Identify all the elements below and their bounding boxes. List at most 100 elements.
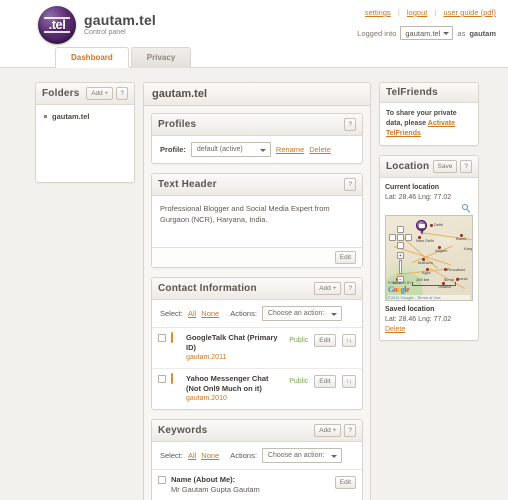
saved-location-delete-link[interactable]: Delete bbox=[385, 326, 405, 333]
tab-privacy[interactable]: Privacy bbox=[130, 47, 192, 68]
contact-row-edit-button[interactable]: Edit bbox=[314, 375, 336, 388]
keyword-row-main: Name (About Me): Mr Gautam Gupta Gautam bbox=[171, 475, 327, 495]
page-title: gautam.tel bbox=[84, 11, 157, 28]
contact-row-checkbox[interactable] bbox=[158, 375, 166, 383]
contact-row-checkbox[interactable] bbox=[158, 334, 166, 342]
contact-information-title: Contact Information bbox=[158, 283, 257, 294]
main-tabs: Dashboard Privacy bbox=[55, 47, 193, 68]
map-city-label: Kanpur bbox=[464, 246, 472, 251]
contact-row-value: gautam.2011 bbox=[186, 354, 227, 361]
keywords-panel-header: Keywords Add + ? bbox=[152, 420, 362, 442]
contact-information-panel-header: Contact Information Add + ? bbox=[152, 278, 362, 300]
folders-add-button[interactable]: Add + bbox=[86, 87, 114, 100]
profiles-row: Profile: default (active) Rename Delete bbox=[152, 136, 362, 163]
contact-add-button[interactable]: Add + bbox=[314, 282, 342, 295]
folder-item[interactable]: gautam.tel bbox=[43, 111, 127, 122]
map-zoom-control[interactable]: + bbox=[397, 252, 404, 260]
map-pan-up-button[interactable] bbox=[397, 226, 404, 233]
map-zoom-slider[interactable] bbox=[399, 260, 402, 274]
map-location-marker-icon bbox=[416, 220, 427, 235]
search-icon[interactable] bbox=[462, 204, 471, 213]
map-city-label: Aligarh bbox=[435, 248, 448, 253]
location-map[interactable]: Delhi New Delhi Aligarh Mathura Agra Fir… bbox=[385, 215, 473, 301]
keywords-select-label: Select: bbox=[160, 451, 183, 460]
telfriends-panel: TelFriends To share your private data, p… bbox=[379, 82, 479, 146]
keywords-select-all-link[interactable]: All bbox=[188, 451, 196, 460]
contact-row-edit-button[interactable]: Edit bbox=[314, 334, 336, 347]
map-pan-center-button[interactable] bbox=[397, 234, 404, 241]
map-scale-label-mi: 50 mi bbox=[444, 277, 454, 282]
contact-row-visibility: Public bbox=[289, 378, 309, 385]
as-label: as bbox=[457, 28, 466, 38]
contact-row: Yahoo Messenger Chat (Not Onl9 Much on i… bbox=[152, 369, 362, 409]
chevron-down-icon bbox=[259, 149, 266, 152]
keywords-actions-select[interactable]: Choose an action: bbox=[261, 448, 342, 463]
contact-tag-icon bbox=[171, 373, 181, 384]
contact-actions-select[interactable]: Choose an action: bbox=[261, 306, 342, 321]
center-panels: Profiles ? Profile: default (active) Ren… bbox=[143, 105, 371, 500]
folder-bullet-icon bbox=[44, 115, 47, 118]
folders-panel: Folders Add + ? gautam.tel bbox=[35, 82, 135, 183]
tel-logo-text: .tel bbox=[48, 17, 66, 33]
location-save-button[interactable]: Save bbox=[432, 160, 458, 173]
telfriends-body: To share your private data, please Activ… bbox=[380, 103, 478, 145]
map-search-row bbox=[385, 203, 473, 215]
contact-select-all-link[interactable]: All bbox=[188, 309, 196, 318]
text-header-panel-header: Text Header ? bbox=[152, 174, 362, 196]
contact-row-main: Yahoo Messenger Chat (Not Onl9 Much on i… bbox=[186, 374, 284, 404]
text-header-title: Text Header bbox=[158, 179, 217, 190]
keyword-row-title: Name (About Me): bbox=[171, 475, 236, 484]
header-links: settings | logout | user guide (pdf) bbox=[365, 8, 496, 17]
logout-link[interactable]: logout bbox=[407, 8, 427, 17]
user-guide-link[interactable]: user guide (pdf) bbox=[443, 8, 496, 17]
keyword-row: Name (About Me): Mr Gautam Gupta Gautam … bbox=[152, 470, 362, 500]
tab-dashboard[interactable]: Dashboard bbox=[55, 47, 129, 68]
domain-select[interactable]: gautam.tel bbox=[400, 26, 454, 40]
contact-information-panel: Contact Information Add + ? Select: All … bbox=[151, 277, 363, 410]
contact-row-reorder-button[interactable]: ↑↓ bbox=[341, 334, 356, 347]
contact-row-main: GoogleTalk Chat (Primary ID) gautam.2011 bbox=[186, 333, 284, 363]
folders-title: Folders bbox=[42, 88, 80, 99]
keyword-row-edit-button[interactable]: Edit bbox=[334, 476, 356, 489]
folders-panel-header: Folders Add + ? bbox=[36, 83, 134, 105]
map-pan-down-button[interactable] bbox=[397, 242, 404, 249]
chevron-down-icon bbox=[330, 313, 337, 316]
profiles-help-button[interactable]: ? bbox=[344, 118, 356, 131]
map-pan-left-button[interactable] bbox=[389, 234, 396, 241]
map-pan-right-button[interactable] bbox=[405, 234, 412, 241]
keywords-select-none-link[interactable]: None bbox=[201, 451, 219, 460]
folders-help-button[interactable]: ? bbox=[116, 87, 128, 100]
keywords-help-button[interactable]: ? bbox=[344, 424, 356, 437]
chevron-down-icon bbox=[330, 455, 337, 458]
folders-list: gautam.tel bbox=[36, 105, 134, 182]
keywords-add-button[interactable]: Add + bbox=[314, 424, 342, 437]
saved-location-coords: Lat: 28.46 Lng: 77.02 bbox=[385, 316, 452, 323]
contact-row-visibility: Public bbox=[289, 337, 309, 344]
saved-location-label: Saved location bbox=[385, 306, 435, 313]
contact-select-none-link[interactable]: None bbox=[201, 309, 219, 318]
contact-row-value: gautam.2010 bbox=[186, 395, 227, 402]
text-header-help-button[interactable]: ? bbox=[344, 178, 356, 191]
map-city-label: Firozabad bbox=[447, 267, 465, 272]
profile-label: Profile: bbox=[160, 145, 186, 154]
text-header-footer: Edit bbox=[152, 247, 362, 267]
domain-heading: gautam.tel bbox=[143, 82, 371, 105]
keyword-row-checkbox[interactable] bbox=[158, 476, 166, 484]
profile-delete-link[interactable]: Delete bbox=[309, 145, 331, 154]
center-column: gautam.tel Profiles ? Profile: default (… bbox=[143, 82, 371, 500]
page-subtitle: Control panel bbox=[84, 28, 126, 36]
location-help-button[interactable]: ? bbox=[460, 160, 472, 173]
profile-rename-link[interactable]: Rename bbox=[276, 145, 304, 154]
contact-row-reorder-button[interactable]: ↑↓ bbox=[341, 375, 356, 388]
map-city-label: Agra bbox=[422, 270, 431, 275]
location-panel-header: Location Save ? bbox=[380, 156, 478, 178]
map-zoom-in-button[interactable]: + bbox=[397, 252, 404, 259]
text-header-panel: Text Header ? Professional Blogger and S… bbox=[151, 173, 363, 268]
text-header-edit-button[interactable]: Edit bbox=[334, 251, 356, 264]
contact-help-button[interactable]: ? bbox=[344, 282, 356, 295]
logged-into-label: Logged into bbox=[357, 28, 397, 38]
map-city-label: Jhansi bbox=[456, 276, 468, 281]
link-separator-2: | bbox=[434, 8, 437, 17]
profile-select[interactable]: default (active) bbox=[190, 142, 271, 157]
settings-link[interactable]: settings bbox=[365, 8, 391, 17]
